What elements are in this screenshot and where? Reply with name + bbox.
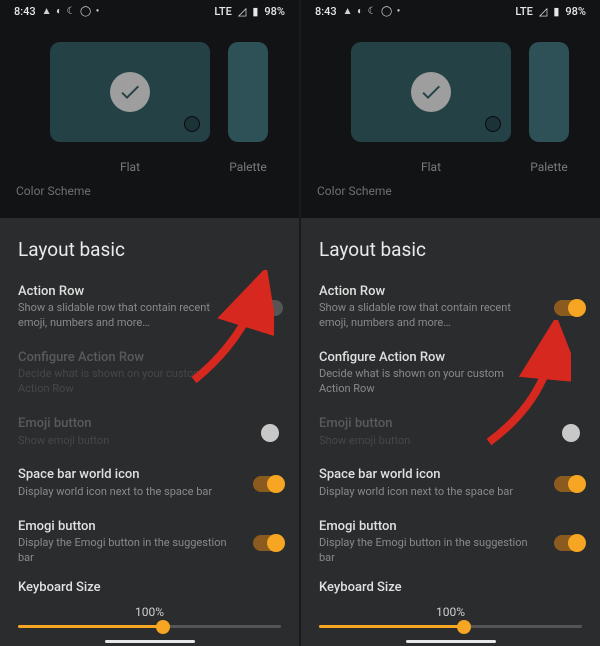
checkmark-icon <box>110 72 150 112</box>
setting-title: Emogi button <box>18 518 235 536</box>
theme-card-flat[interactable] <box>50 42 210 142</box>
slider-fill <box>18 625 163 628</box>
setting-emoji-button: Emoji button Show emoji button <box>301 407 600 458</box>
status-icons-left: ▲ ◐ ☾ ◯ • <box>343 6 402 17</box>
checkmark-icon <box>411 72 451 112</box>
setting-configure-action-row[interactable]: Configure Action Row Decide what is show… <box>301 341 600 407</box>
radio-emoji <box>261 424 279 442</box>
group-title: Layout basic <box>0 228 299 275</box>
toggle-action-row[interactable] <box>554 300 584 316</box>
theme-label-palette: Palette <box>228 160 268 174</box>
toggle-emogi[interactable] <box>253 535 283 551</box>
nav-handle-icon[interactable] <box>105 640 195 643</box>
setting-title: Action Row <box>18 283 235 301</box>
setting-emoji-button: Emoji button Show emoji button <box>0 407 299 458</box>
slider-thumb[interactable] <box>156 620 170 634</box>
battery-icon: ▮ <box>252 5 258 18</box>
setting-sub: Display world icon next to the space bar <box>18 485 235 500</box>
setting-title: Emoji button <box>18 415 235 433</box>
setting-title: Space bar world icon <box>18 466 235 484</box>
setting-sub: Show a slidable row that contain recent … <box>319 301 536 331</box>
theme-preview-area: Flat Palette Color Scheme <box>0 22 299 217</box>
signal-icon: ◿ <box>539 5 547 18</box>
theme-card-palette[interactable] <box>228 42 268 142</box>
battery-icon: ▮ <box>553 5 559 18</box>
setting-emogi-button[interactable]: Emogi button Display the Emogi button in… <box>0 510 299 576</box>
setting-sub: Display the Emogi button in the suggesti… <box>18 536 235 566</box>
radio-emoji <box>562 424 580 442</box>
settings-panel: Layout basic Action Row Show a slidable … <box>0 218 299 646</box>
setting-title: Emoji button <box>319 415 536 433</box>
setting-sub: Decide what is shown on your custom Acti… <box>319 367 536 397</box>
theme-label-palette: Palette <box>529 160 569 174</box>
status-battery: 98% <box>264 5 285 18</box>
status-time: 8:43 <box>315 5 337 18</box>
status-bar: 8:43 ▲ ◐ ☾ ◯ • LTE ◿ ▮ 98% <box>301 0 600 22</box>
slider-value: 100% <box>319 605 582 619</box>
setting-sub: Show emoji button <box>319 434 536 449</box>
section-color-scheme: Color Scheme <box>301 174 600 206</box>
setting-keyboard-size[interactable]: Keyboard Size 100% <box>0 576 299 628</box>
setting-title: Keyboard Size <box>319 580 582 595</box>
setting-title: Keyboard Size <box>18 580 281 595</box>
theme-card-palette[interactable] <box>529 42 569 142</box>
nav-handle-icon[interactable] <box>406 640 496 643</box>
theme-card-flat[interactable] <box>351 42 511 142</box>
status-network: LTE <box>214 5 232 18</box>
slider-track[interactable] <box>319 625 582 628</box>
settings-panel: Layout basic Action Row Show a slidable … <box>301 218 600 646</box>
signal-icon: ◿ <box>238 5 246 18</box>
setting-title: Action Row <box>319 283 536 301</box>
setting-sub: Show a slidable row that contain recent … <box>18 301 235 331</box>
status-network: LTE <box>515 5 533 18</box>
slider-thumb[interactable] <box>457 620 471 634</box>
theme-preview-area: Flat Palette Color Scheme <box>301 22 600 217</box>
setting-keyboard-size[interactable]: Keyboard Size 100% <box>301 576 600 628</box>
setting-sub: Show emoji button <box>18 434 235 449</box>
selected-dot-icon <box>184 116 200 132</box>
toggle-emogi[interactable] <box>554 535 584 551</box>
section-color-scheme: Color Scheme <box>0 174 299 206</box>
status-time: 8:43 <box>14 5 36 18</box>
setting-sub: Display the Emogi button in the suggesti… <box>319 536 536 566</box>
setting-title: Configure Action Row <box>319 349 536 367</box>
setting-title: Configure Action Row <box>18 349 235 367</box>
screenshot-right: 8:43 ▲ ◐ ☾ ◯ • LTE ◿ ▮ 98% Flat Palette … <box>301 0 600 646</box>
toggle-action-row[interactable] <box>253 300 283 316</box>
setting-space-bar-world-icon[interactable]: Space bar world icon Display world icon … <box>0 458 299 509</box>
slider-value: 100% <box>18 605 281 619</box>
setting-configure-action-row: Configure Action Row Decide what is show… <box>0 341 299 407</box>
status-battery: 98% <box>565 5 586 18</box>
slider-track[interactable] <box>18 625 281 628</box>
status-bar: 8:43 ▲ ◐ ☾ ◯ • LTE ◿ ▮ 98% <box>0 0 299 22</box>
setting-title: Emogi button <box>319 518 536 536</box>
setting-action-row[interactable]: Action Row Show a slidable row that cont… <box>0 275 299 341</box>
setting-emogi-button[interactable]: Emogi button Display the Emogi button in… <box>301 510 600 576</box>
setting-action-row[interactable]: Action Row Show a slidable row that cont… <box>301 275 600 341</box>
screenshot-left: 8:43 ▲ ◐ ☾ ◯ • LTE ◿ ▮ 98% Flat Palette … <box>0 0 299 646</box>
status-icons-left: ▲ ◐ ☾ ◯ • <box>42 6 101 17</box>
selected-dot-icon <box>485 116 501 132</box>
theme-label-flat: Flat <box>351 160 511 174</box>
theme-label-flat: Flat <box>50 160 210 174</box>
slider-fill <box>319 625 464 628</box>
setting-space-bar-world-icon[interactable]: Space bar world icon Display world icon … <box>301 458 600 509</box>
setting-sub: Display world icon next to the space bar <box>319 485 536 500</box>
setting-sub: Decide what is shown on your custom Acti… <box>18 367 235 397</box>
setting-title: Space bar world icon <box>319 466 536 484</box>
group-title: Layout basic <box>301 228 600 275</box>
toggle-space-bar[interactable] <box>554 476 584 492</box>
toggle-space-bar[interactable] <box>253 476 283 492</box>
